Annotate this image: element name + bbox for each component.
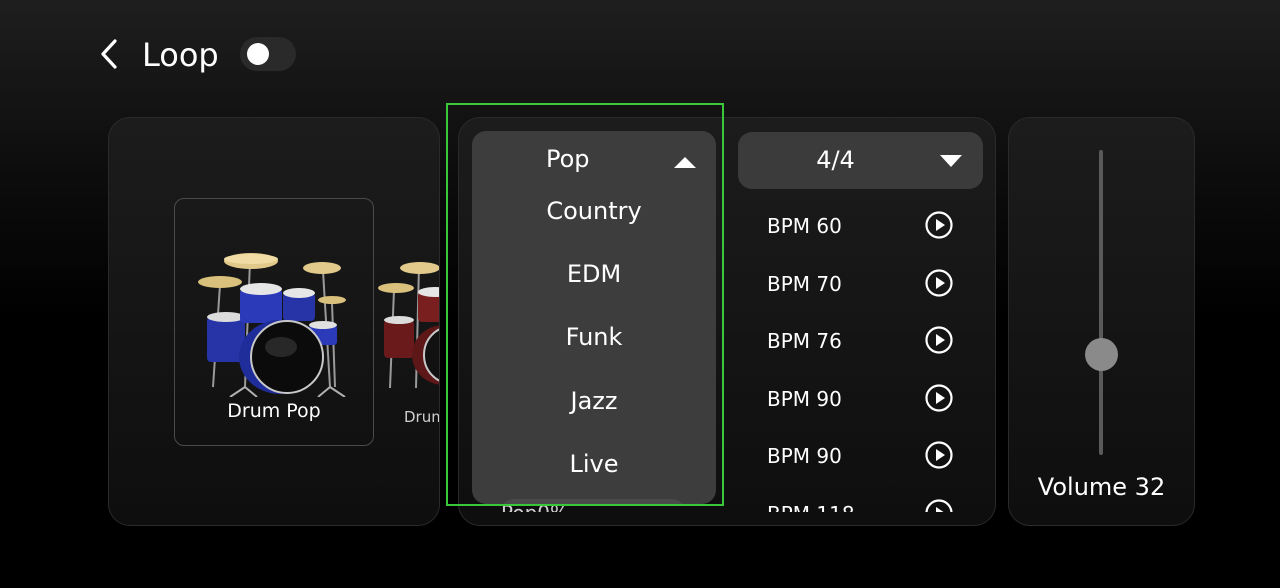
volume-label: Volume 32 <box>1037 473 1166 501</box>
drum-kit-red-image <box>378 262 439 389</box>
bpm-row: BPM 90 <box>767 379 967 419</box>
kit-panel: Drum Pop Drum <box>108 117 440 526</box>
play-icon <box>925 499 953 512</box>
back-button[interactable] <box>95 36 125 72</box>
volume-slider-track[interactable] <box>1099 150 1103 455</box>
play-button[interactable] <box>924 210 954 240</box>
chevron-left-icon <box>101 39 117 69</box>
genre-option[interactable]: Live <box>472 439 716 489</box>
bpm-row: BPM 60 <box>767 206 967 246</box>
bpm-label: BPM 76 <box>767 329 842 353</box>
bpm-label: BPM 60 <box>767 214 842 238</box>
genre-select-peek <box>500 499 686 504</box>
play-button[interactable] <box>924 498 954 512</box>
kit-label-drum-pop: Drum Pop <box>227 400 321 422</box>
bpm-label: BPM 90 <box>767 387 842 411</box>
bpm-label: BPM 118 <box>767 502 855 512</box>
genre-option[interactable]: Funk <box>472 312 716 362</box>
genre-option[interactable]: EDM <box>472 249 716 299</box>
bpm-list[interactable]: BPM 60 BPM 70 BPM 76 BPM 90 BPM 90 <box>740 200 980 512</box>
play-icon <box>925 384 953 412</box>
caret-up-icon <box>674 157 696 168</box>
bpm-row: BPM 76 <box>767 321 967 361</box>
genre-select-header[interactable]: Pop <box>472 131 716 193</box>
play-icon <box>925 269 953 297</box>
time-signature-value: 4/4 <box>816 146 855 174</box>
play-icon <box>925 326 953 354</box>
bpm-label: BPM 70 <box>767 272 842 296</box>
toggle-knob <box>247 43 269 65</box>
loop-toggle[interactable] <box>240 37 296 71</box>
play-button[interactable] <box>924 325 954 355</box>
genre-option[interactable]: Country <box>472 186 716 236</box>
kit-card-drum-pop[interactable]: Drum Pop <box>174 198 374 446</box>
play-icon <box>925 211 953 239</box>
play-button[interactable] <box>924 268 954 298</box>
play-icon <box>925 441 953 469</box>
drum-kit-blue-image <box>198 253 346 397</box>
play-button[interactable] <box>924 383 954 413</box>
kit-label-drum: Drum <box>404 408 439 426</box>
genre-selected-value: Pop <box>546 145 590 173</box>
bpm-row: BPM 118 <box>767 494 967 512</box>
caret-down-icon <box>940 155 962 167</box>
bpm-row: BPM 70 <box>767 264 967 304</box>
bpm-label: BPM 90 <box>767 444 842 468</box>
time-signature-select[interactable]: 4/4 <box>738 132 983 189</box>
genre-dropdown: Pop Country EDM Funk Jazz Live <box>472 131 716 504</box>
bpm-row: BPM 90 <box>767 436 967 476</box>
page-title: Loop <box>142 36 219 74</box>
kit-card-drum[interactable]: Drum <box>374 198 439 446</box>
genre-option[interactable]: Jazz <box>472 376 716 426</box>
play-button[interactable] <box>924 440 954 470</box>
volume-slider-thumb[interactable] <box>1085 338 1118 371</box>
